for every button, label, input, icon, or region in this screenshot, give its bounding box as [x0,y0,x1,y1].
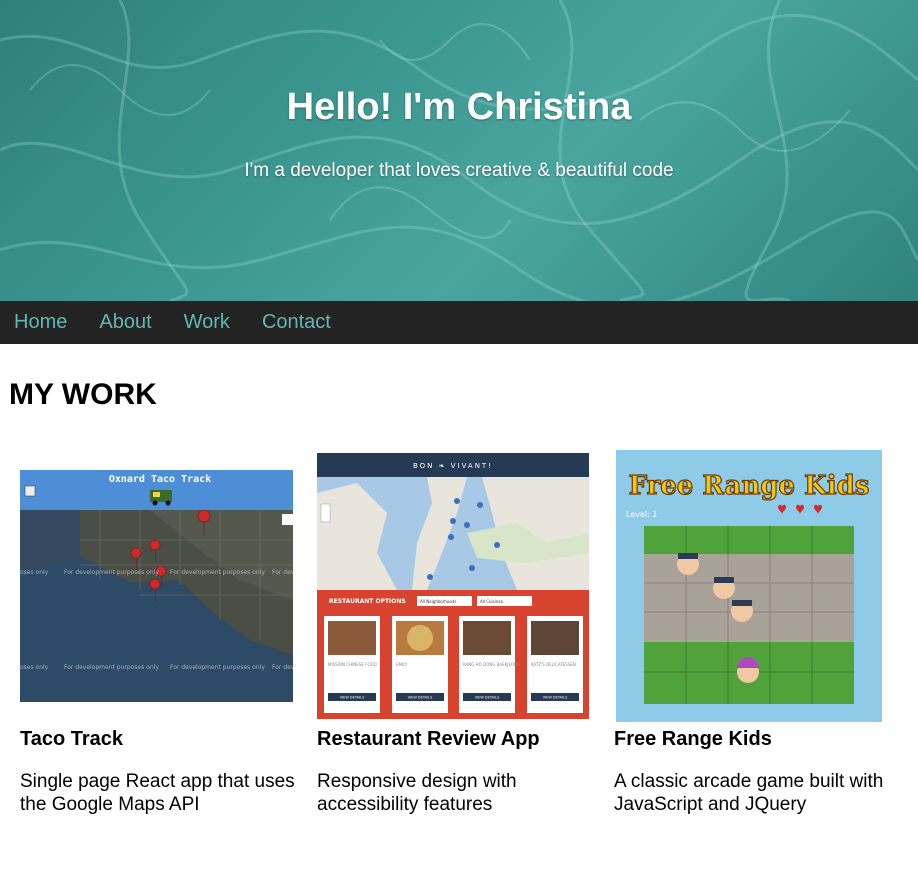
svg-text:For dev: For dev [272,664,293,671]
svg-text:For development purposes only: For development purposes only [170,569,265,576]
main-nav: Home About Work Contact [0,301,918,344]
hero-title: Hello! I'm Christina [286,86,632,128]
svg-text:For development purposes only: For development purposes only [170,664,265,671]
svg-text:VIEW DETAILS: VIEW DETAILS [408,696,433,700]
nav-about-link[interactable]: About [99,311,151,334]
project-title-restaurant-review: Restaurant Review App [317,728,540,750]
game-title-text: Free Range Kids [629,471,870,501]
nav-contact-link[interactable]: Contact [262,311,331,334]
hero-background-pattern [0,0,918,301]
bon-vivant-brand: BON ❧ VIVANT! [413,462,493,470]
nav-home-link[interactable]: Home [14,311,67,334]
restaurant-name-3: KANG HO DONG BAEKJEONG [463,662,520,667]
game-level-text: Level: 1 [626,510,657,519]
neighborhood-filter: All Neighborhoods [420,599,456,604]
svg-text:oses only: oses only [20,664,49,671]
project-desc-free-range-kids: A classic arcade game built with JavaScr… [614,771,884,815]
project-desc-taco-track: Single page React app that uses the Goog… [20,771,295,815]
project-title-taco-track: Taco Track [20,728,124,750]
nav-work-link[interactable]: Work [184,311,230,334]
restaurant-thumbnail: BON ❧ VIVANT! RESTAURANT OPTIONS All Nei… [317,453,589,719]
svg-text:VIEW DETAILS: VIEW DETAILS [543,696,568,700]
hero-banner: Hello! I'm Christina I'm a developer tha… [0,0,918,301]
dev-watermark-1: For development purposes only [64,569,159,576]
view-details-1: VIEW DETAILS [340,696,365,700]
restaurant-name-2: EMILY [396,662,408,667]
game-thumbnail: Free Range Kids Level: 1 [616,450,882,722]
restaurant-options-label: RESTAURANT OPTIONS [329,598,406,605]
project-desc-restaurant-review: Responsive design with accessibility fea… [317,771,517,815]
svg-text:For development purposes only: For development purposes only [64,664,159,671]
restaurant-name-4: KATZ'S DELICATESSEN [531,662,576,667]
free-range-kids-screenshot[interactable]: Free Range Kids Level: 1 [616,450,882,722]
cuisine-filter: All Cuisines [480,599,503,604]
taco-track-screenshot[interactable]: Oxnard Taco Track oses only For developm… [20,470,293,702]
restaurant-review-screenshot[interactable]: BON ❧ VIVANT! RESTAURANT OPTIONS All Nei… [317,453,589,719]
taco-track-header-text: Oxnard Taco Track [109,474,211,485]
svg-text:oses only: oses only [20,569,49,576]
restaurant-name-1: MISSION CHINESE FOOD [328,662,377,667]
project-title-free-range-kids: Free Range Kids [614,728,772,750]
svg-text:For dev: For dev [272,569,293,576]
hero-subtitle: I'm a developer that loves creative & be… [244,160,674,181]
work-heading: MY WORK [9,378,157,411]
map-thumbnail: Oxnard Taco Track oses only For developm… [20,470,293,702]
svg-text:VIEW DETAILS: VIEW DETAILS [475,696,500,700]
